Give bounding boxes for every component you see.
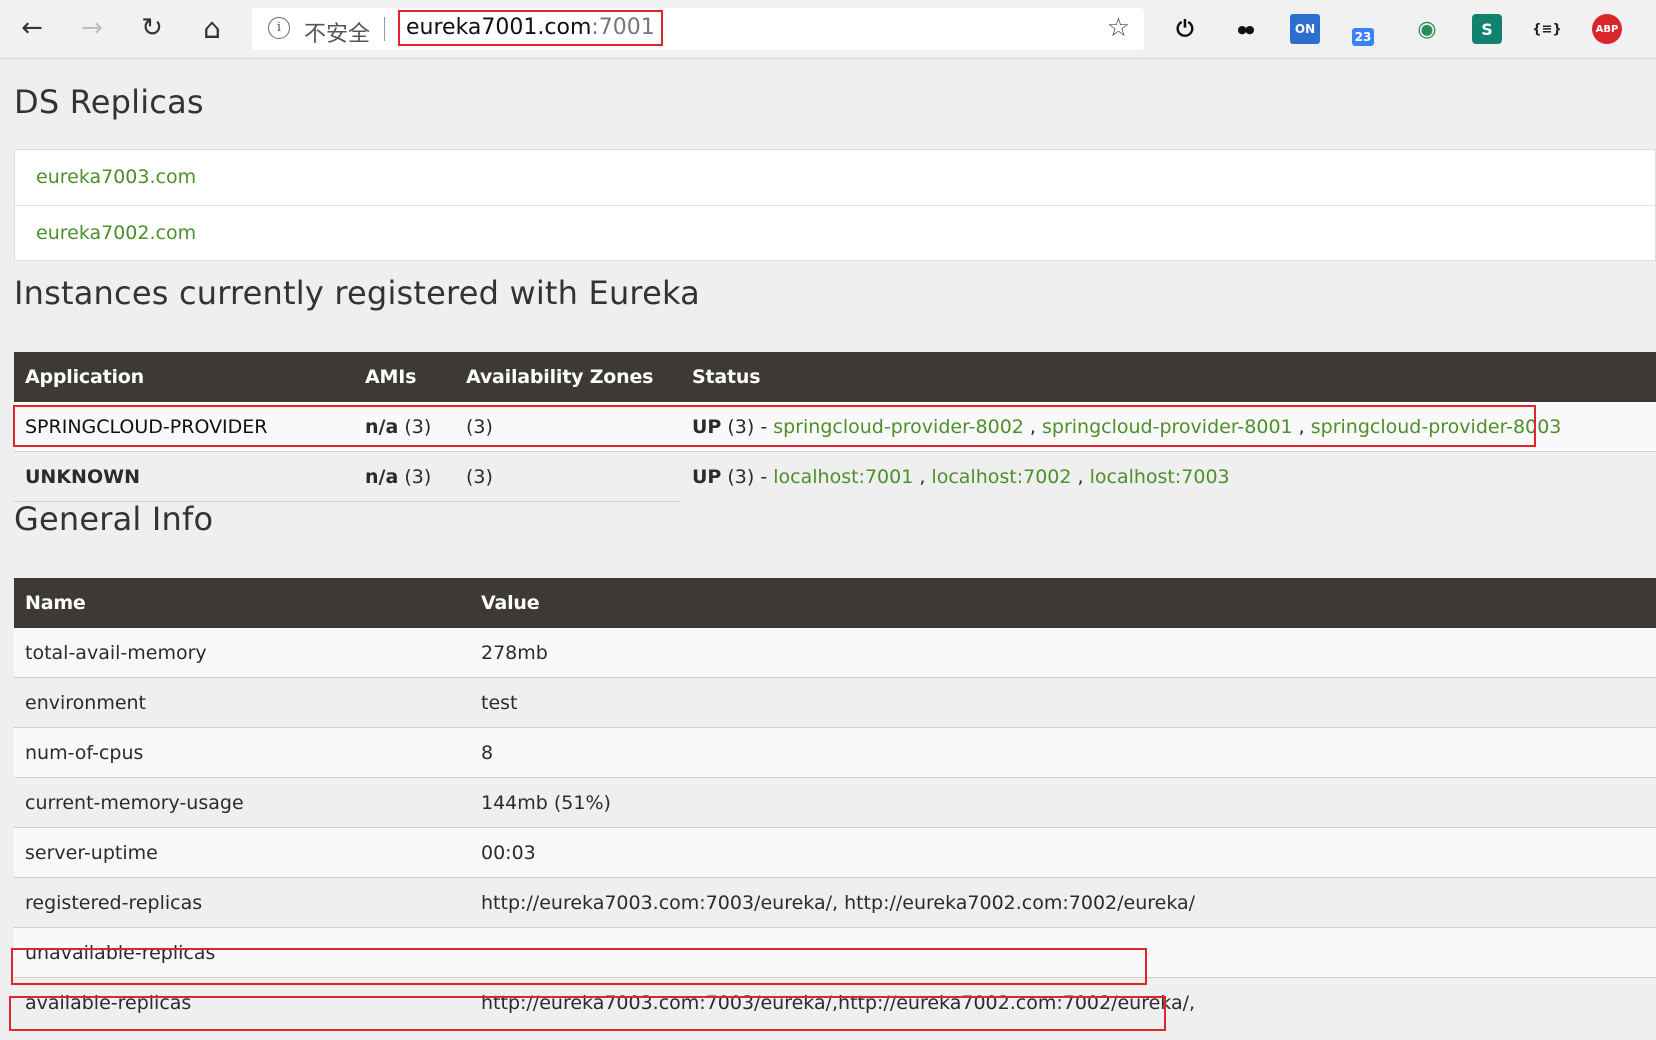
info-value: test — [470, 677, 1656, 728]
url-host: eureka7001.com — [406, 15, 592, 40]
info-name: server-uptime — [14, 827, 470, 878]
table-header-row: Application AMIs Availability Zones Stat… — [14, 352, 1656, 402]
col-zones: Availability Zones — [455, 352, 681, 402]
browser-toolbar: ← → ↻ ⌂ i 不安全 eureka7001.com:7001 ☆ ⏻ ●● O… — [0, 0, 1656, 59]
info-name: unavailable-replicas — [14, 927, 470, 978]
ext-s-icon[interactable]: S — [1472, 14, 1502, 44]
amis-cell: n/a (3) — [354, 451, 455, 502]
status-up: UP — [692, 415, 722, 438]
table-row: current-memory-usage 144mb (51%) — [14, 777, 1656, 828]
back-icon[interactable]: ← — [14, 10, 50, 46]
replica-link[interactable]: eureka7003.com — [36, 166, 196, 188]
col-amis: AMIs — [354, 352, 455, 402]
instance-link[interactable]: springcloud-provider-8001 — [1042, 416, 1293, 438]
info-value: http://eureka7003.com:7003/eureka/, http… — [470, 877, 1656, 928]
instance-link[interactable]: localhost:7003 — [1090, 466, 1230, 488]
col-name: Name — [14, 578, 470, 628]
url-port: :7001 — [591, 15, 655, 40]
amis-cell: n/a (3) — [354, 402, 455, 452]
zones-cell: (3) — [455, 451, 681, 502]
adblock-plus-icon[interactable]: ABP — [1592, 14, 1622, 44]
instances-title: Instances currently registered with Eure… — [14, 274, 700, 312]
info-value: 144mb (51%) — [470, 777, 1656, 828]
info-icon[interactable]: i — [268, 17, 290, 39]
list-item: eureka7002.com — [15, 206, 1655, 261]
general-info-table: Name Value total-avail-memory 278mb enviro… — [14, 578, 1656, 1027]
ext-cat-badge-icon[interactable]: 23 — [1352, 28, 1374, 46]
amis-value: n/a — [365, 465, 399, 488]
info-value: 278mb — [470, 628, 1656, 678]
info-name: environment — [14, 677, 470, 728]
table-row: total-avail-memory 278mb — [14, 628, 1656, 678]
not-secure-label: 不安全 — [304, 22, 371, 47]
table-row: num-of-cpus 8 — [14, 727, 1656, 778]
table-row: unavailable-replicas — [14, 927, 1656, 978]
app-name: UNKNOWN — [14, 451, 354, 502]
tampermonkey-icon[interactable]: ●● — [1230, 14, 1260, 44]
address-separator — [384, 17, 385, 41]
amis-count: (3) — [398, 465, 432, 488]
reload-icon[interactable]: ↻ — [134, 10, 170, 46]
general-info-title: General Info — [14, 500, 214, 538]
table-row: registered-replicas http://eureka7003.com… — [14, 877, 1656, 928]
info-name: total-avail-memory — [14, 628, 470, 678]
info-name: registered-replicas — [14, 877, 470, 928]
zones-cell: (3) — [455, 402, 681, 452]
json-viewer-icon[interactable]: {≡} — [1532, 14, 1562, 44]
instance-link[interactable]: springcloud-provider-8003 — [1311, 416, 1562, 438]
info-value — [470, 927, 1656, 978]
table-row: environment test — [14, 677, 1656, 728]
instance-link[interactable]: springcloud-provider-8002 — [773, 416, 1024, 438]
replica-link[interactable]: eureka7002.com — [36, 222, 196, 244]
ext-on-icon[interactable]: ON — [1290, 14, 1320, 44]
status-count: (3) - — [721, 465, 774, 488]
table-row: available-replicas http://eureka7003.com:… — [14, 977, 1656, 1027]
status-cell: UP (3) - springcloud-provider-8002 , spr… — [681, 402, 1656, 452]
forward-icon[interactable]: → — [74, 10, 110, 46]
info-value: 00:03 — [470, 827, 1656, 878]
bookmark-star-icon[interactable]: ☆ — [1107, 13, 1130, 43]
table-row: UNKNOWN n/a (3) (3) UP (3) - localhost:7… — [14, 451, 1656, 502]
col-application: Application — [14, 352, 354, 402]
status-cell: UP (3) - localhost:7001 , localhost:7002… — [681, 451, 1656, 502]
table-row: SPRINGCLOUD-PROVIDER n/a (3) (3) UP (3) … — [14, 402, 1656, 452]
address-bar[interactable]: i 不安全 eureka7001.com:7001 ☆ — [252, 8, 1144, 50]
info-value: http://eureka7003.com:7003/eureka/,http:… — [470, 977, 1656, 1027]
status-count: (3) - — [721, 415, 774, 438]
url-text[interactable]: eureka7001.com:7001 — [398, 10, 663, 46]
instance-link[interactable]: localhost:7001 — [773, 466, 913, 488]
info-value: 8 — [470, 727, 1656, 778]
status-up: UP — [692, 465, 722, 488]
ds-replicas-list: eureka7003.com eureka7002.com — [14, 149, 1656, 261]
col-status: Status — [681, 352, 1656, 402]
instance-link[interactable]: localhost:7002 — [931, 466, 1071, 488]
list-item: eureka7003.com — [15, 150, 1655, 206]
amis-value: n/a — [365, 415, 399, 438]
ds-replicas-title: DS Replicas — [14, 83, 204, 121]
info-name: current-memory-usage — [14, 777, 470, 828]
power-icon[interactable]: ⏻ — [1170, 14, 1200, 44]
ext-globe-icon[interactable]: ◉ — [1412, 14, 1442, 44]
app-name: SPRINGCLOUD-PROVIDER — [14, 402, 354, 452]
info-name: available-replicas — [14, 977, 470, 1027]
info-name: num-of-cpus — [14, 727, 470, 778]
home-icon[interactable]: ⌂ — [194, 10, 230, 46]
amis-count: (3) — [398, 415, 432, 438]
col-value: Value — [470, 578, 1656, 628]
instances-table: Application AMIs Availability Zones Stat… — [14, 352, 1656, 502]
table-header-row: Name Value — [14, 578, 1656, 628]
table-row: server-uptime 00:03 — [14, 827, 1656, 878]
